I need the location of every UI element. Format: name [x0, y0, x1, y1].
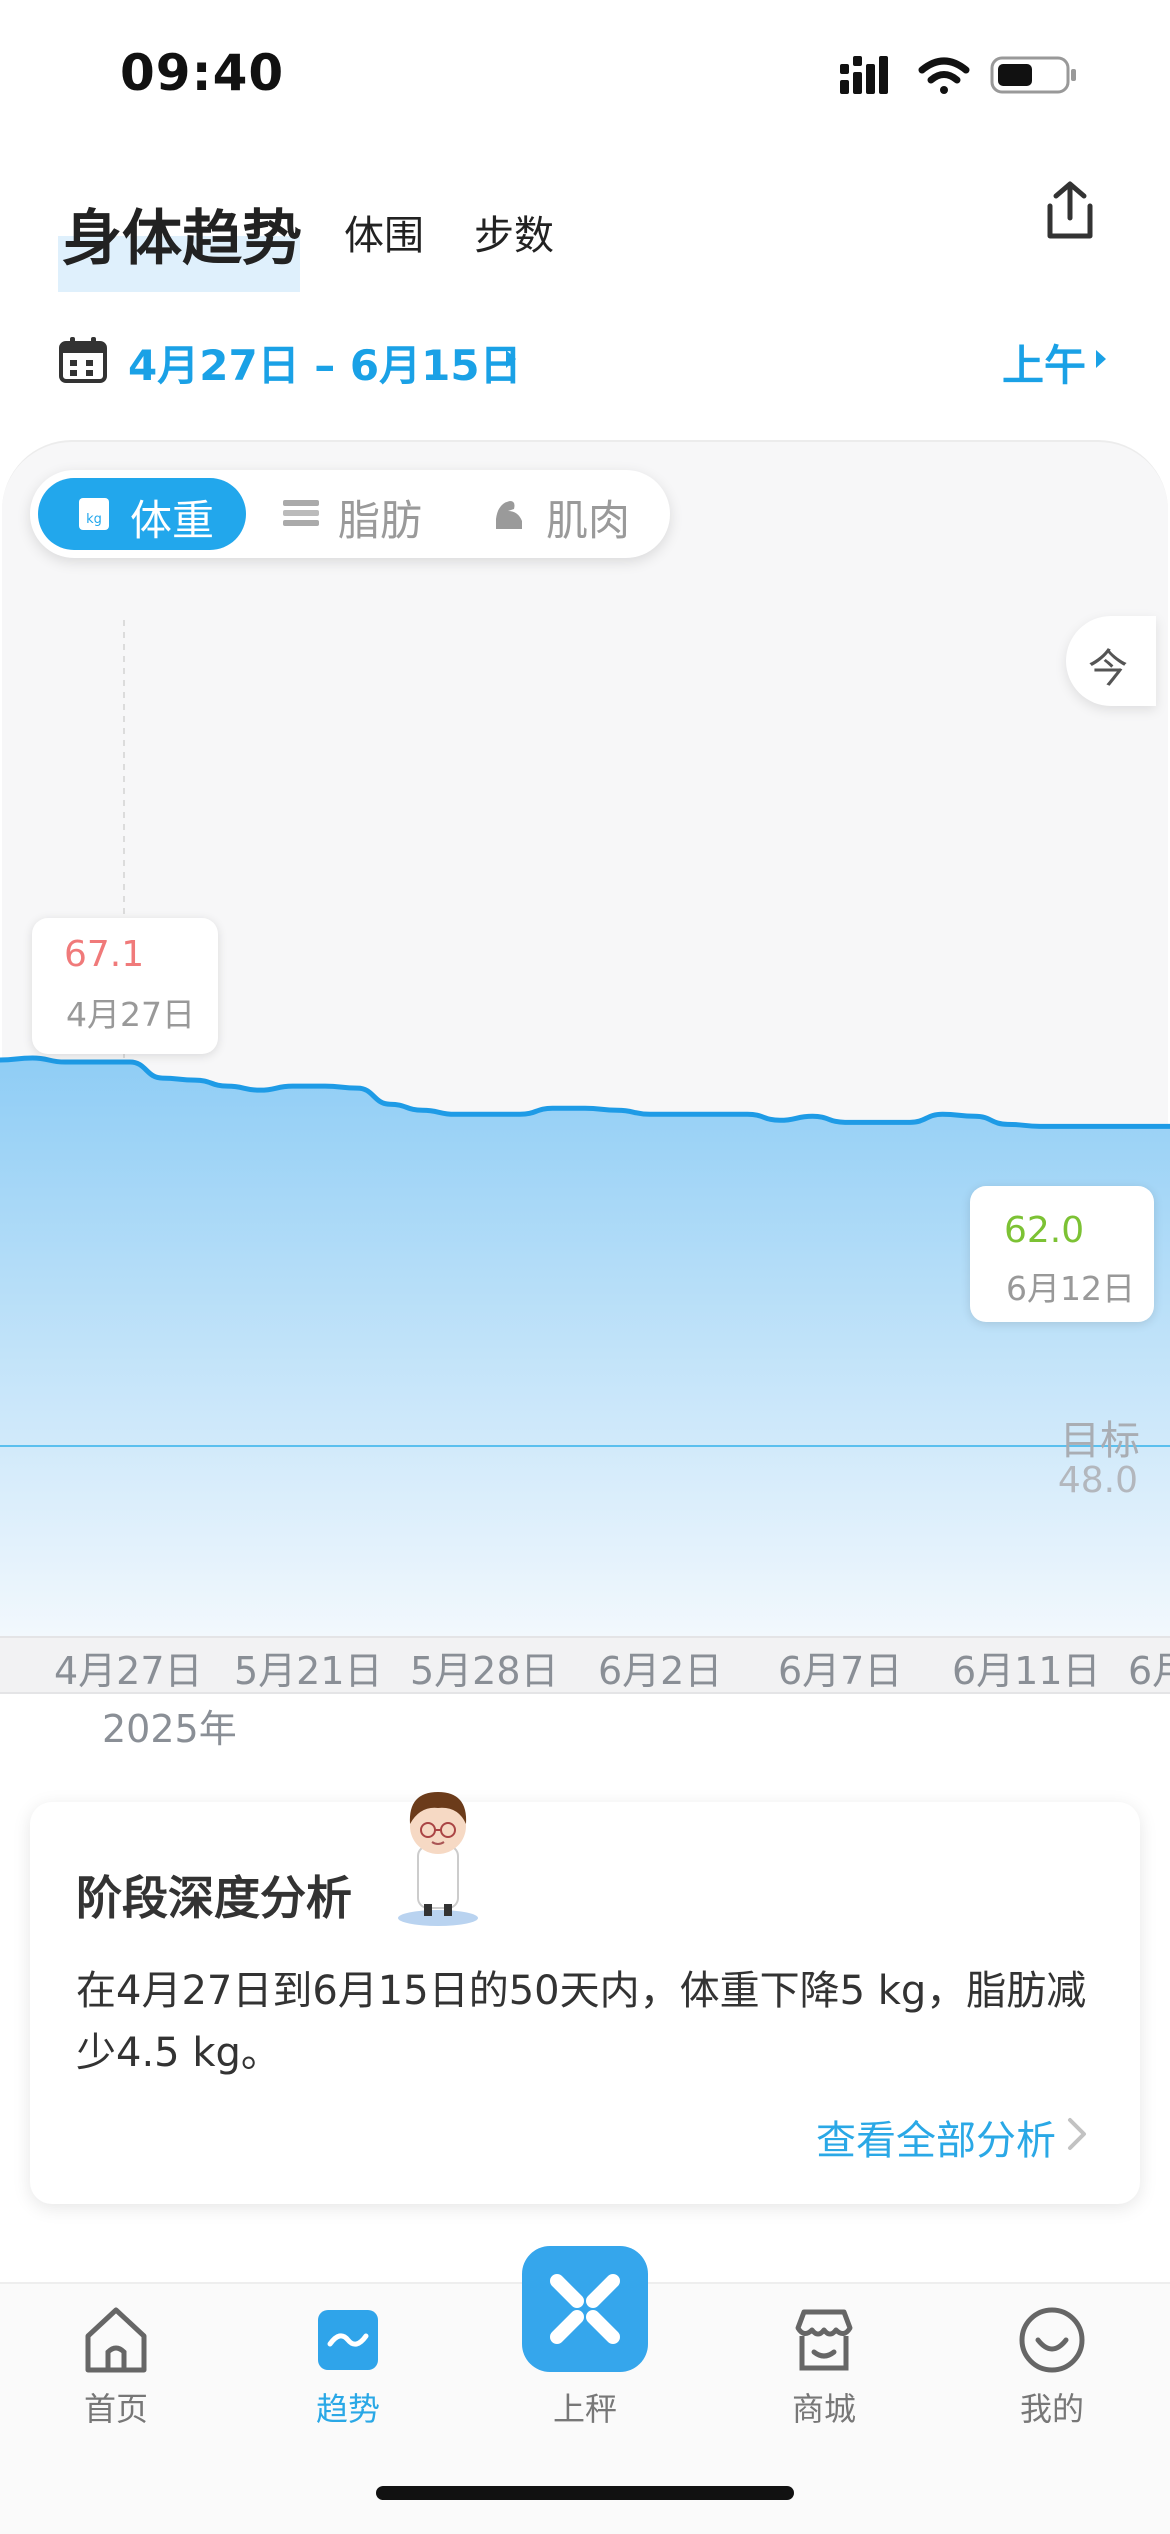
x-tick: 6月11日 — [952, 1649, 1101, 1693]
nav-profile-label[interactable]: 我的 — [982, 2384, 1122, 2430]
today-button-label: 今 — [1088, 646, 1128, 692]
calendar-icon[interactable] — [58, 336, 108, 384]
wifi-icon — [918, 57, 970, 94]
x-tick: 5月28日 — [410, 1649, 559, 1693]
nav-weigh-label[interactable]: 上秤 — [515, 2384, 655, 2430]
chevron-right-icon[interactable] — [1064, 2114, 1090, 2154]
home-indicator — [376, 2486, 794, 2500]
svg-text:kg: kg — [86, 512, 102, 527]
signal-icon — [840, 56, 888, 94]
kg-scale-icon: kg — [79, 498, 109, 530]
page-title[interactable]: 身体趋势 — [62, 190, 302, 277]
end-date: 6月12日 — [1006, 1269, 1135, 1308]
period-selector[interactable]: 上午 — [1002, 332, 1086, 393]
analysis-text: 在4月27日到6月15日的50天内，体重下降5 kg，脂肪减少4.5 kg。 — [76, 1968, 1087, 2076]
weight-chart[interactable] — [0, 560, 1170, 1636]
x-tick: 6月7日 — [778, 1649, 903, 1693]
muscle-icon[interactable] — [492, 497, 526, 531]
scale-icon — [550, 2274, 620, 2344]
battery-icon — [990, 56, 1076, 94]
doctor-mascot — [398, 1792, 478, 1926]
tab-body-circumference[interactable]: 体围 — [344, 203, 424, 261]
date-range-selector[interactable]: 4月27日 – 6月15日 — [128, 332, 522, 393]
x-tick: 6月2日 — [598, 1649, 723, 1693]
period-arrow-icon — [1096, 350, 1106, 368]
status-time: 09:40 — [120, 44, 285, 102]
x-tick: 4月27日 — [54, 1649, 203, 1693]
weight-area — [0, 1057, 1170, 1636]
profile-icon[interactable] — [1012, 2300, 1092, 2380]
year-label: 2025年 — [102, 1707, 237, 1751]
x-tick: 5月21日 — [234, 1649, 383, 1693]
shop-icon[interactable] — [784, 2300, 864, 2380]
view-all-analysis-link[interactable]: 查看全部分析 — [816, 2108, 1056, 2166]
metric-tab-weight-label: 体重 — [130, 496, 215, 545]
metric-tab-fat[interactable]: 脂肪 — [338, 487, 422, 548]
date-range-arrow-icon — [506, 350, 516, 368]
trend-icon[interactable] — [308, 2300, 388, 2380]
x-tick: 6月 — [1128, 1649, 1170, 1693]
metric-tab-muscle[interactable]: 肌肉 — [546, 487, 630, 548]
nav-shop-label[interactable]: 商城 — [754, 2384, 894, 2430]
fat-icon[interactable] — [282, 498, 320, 528]
share-icon[interactable] — [1040, 178, 1100, 242]
status-icons — [840, 56, 1076, 94]
tab-steps[interactable]: 步数 — [474, 203, 554, 261]
nav-home-label[interactable]: 首页 — [46, 2384, 186, 2430]
start-value: 67.1 — [64, 934, 145, 975]
start-date: 4月27日 — [66, 995, 195, 1034]
goal-label: 目标 — [1060, 1418, 1140, 1464]
end-value: 62.0 — [1004, 1210, 1085, 1251]
goal-value: 48.0 — [1057, 1460, 1138, 1501]
home-icon[interactable] — [76, 2300, 156, 2380]
nav-trend-label[interactable]: 趋势 — [278, 2384, 418, 2430]
analysis-title: 阶段深度分析 — [76, 1871, 352, 1925]
